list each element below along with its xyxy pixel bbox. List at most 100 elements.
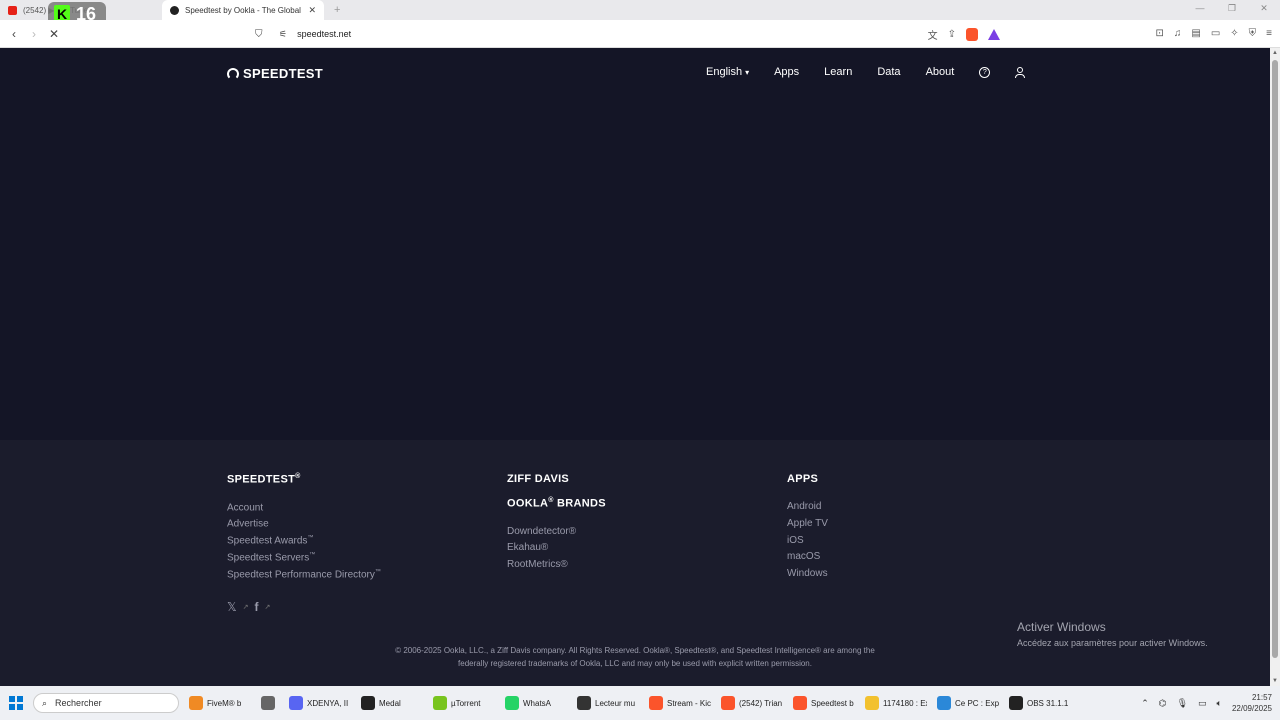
scroll-down-icon[interactable]: ▼ — [1272, 678, 1278, 684]
taskbar-app[interactable] — [261, 696, 279, 710]
sidebar-icon[interactable]: ▤ — [1191, 28, 1200, 39]
footer-link[interactable]: Ekahau® — [507, 542, 606, 559]
footer-link[interactable]: Windows — [787, 568, 828, 585]
nav-about[interactable]: About — [926, 66, 955, 78]
browser-toolbar: ‹ › ✕ ⛉ ⚟ speedtest.net 文 ⇪ ⊡ ♫ ▤ ▭ ✧ ⛨ … — [0, 20, 1280, 48]
app-icon — [261, 696, 275, 710]
logo-text: SPEEDTEST — [243, 66, 323, 81]
bookmark-icon[interactable]: ⛉ — [255, 29, 269, 40]
taskbar-search[interactable]: ⌕ Rechercher — [33, 693, 179, 713]
taskbar-app[interactable]: Lecteur mu — [577, 696, 639, 710]
footer-link[interactable]: RootMetrics® — [507, 559, 606, 576]
minimize-icon[interactable]: — — [1184, 0, 1216, 20]
tab-speedtest[interactable]: Speedtest by Ookla - The Global ✕ — [162, 0, 324, 20]
activate-windows-watermark: Activer Windows Accédez aux paramètres p… — [1017, 620, 1208, 648]
brave-rewards-icon[interactable] — [988, 28, 1000, 40]
media-icon[interactable]: ♫ — [1174, 28, 1182, 39]
external-link-icon: ↗ — [264, 604, 271, 611]
gauge-icon — [227, 67, 239, 80]
network-icon[interactable]: ⌬ — [1159, 698, 1167, 709]
x-twitter-icon[interactable]: 𝕏 — [227, 600, 237, 614]
microphone-icon[interactable]: 🎙︎ — [1177, 698, 1188, 709]
app-label: (2542) Trian — [739, 698, 783, 708]
menu-icon[interactable]: ≡ — [1266, 28, 1272, 39]
taskbar-app[interactable]: XDENYA, II — [289, 696, 351, 710]
window-controls: — ❐ ✕ — [1184, 0, 1280, 20]
help-icon[interactable]: ? — [979, 66, 991, 78]
social-links: 𝕏 ↗ f ↗ — [227, 600, 270, 614]
activate-title: Activer Windows — [1017, 620, 1106, 634]
address-bar[interactable]: ⛉ ⚟ speedtest.net 文 ⇪ — [255, 23, 1000, 45]
copyright-line: federally registered trademarks of Ookla… — [458, 659, 812, 668]
footer-link[interactable]: Speedtest Performance Directory™ — [227, 569, 381, 586]
leo-ai-icon[interactable]: ✧ — [1230, 28, 1238, 39]
app-icon — [1009, 696, 1023, 710]
site-info-icon[interactable]: ⚟ — [279, 29, 287, 40]
close-window-icon[interactable]: ✕ — [1248, 0, 1280, 20]
app-label: Lecteur mu — [595, 698, 636, 708]
app-icon — [721, 696, 735, 710]
taskbar-app[interactable]: 1174180 : Exp — [865, 696, 927, 710]
chevron-up-icon[interactable]: ⌃ — [1141, 698, 1149, 709]
language-selector[interactable]: English ▾ — [706, 66, 749, 78]
taskbar-app[interactable]: µTorrent — [433, 696, 495, 710]
system-tray: ⌃ ⌬ 🎙︎ ▭ 🔈︎ 21:57 22/09/2025 — [1141, 692, 1272, 714]
restore-icon[interactable]: ❐ — [1216, 0, 1248, 20]
scrollbar-thumb[interactable] — [1272, 60, 1278, 658]
close-tab-icon[interactable]: ✕ — [308, 5, 316, 16]
taskbar-apps: FiveM® b XDENYA, II Medal µTorrent WhatsA Lec… — [179, 696, 1071, 710]
volume-icon[interactable]: 🔈︎ — [1217, 698, 1222, 709]
address-bar-icons: 文 ⇪ — [928, 27, 1000, 42]
nav-learn[interactable]: Learn — [824, 66, 852, 78]
nav-apps[interactable]: Apps — [774, 66, 799, 78]
taskbar-app[interactable]: (2542) Trian — [721, 696, 783, 710]
toolbar-right-icons: ⊡ ♫ ▤ ▭ ✧ ⛨ ≡ — [1155, 28, 1272, 39]
scroll-up-icon[interactable]: ▲ — [1272, 50, 1278, 56]
tab-label: Speedtest by Ookla - The Global — [185, 5, 301, 15]
facebook-icon[interactable]: f — [255, 600, 259, 614]
display-icon[interactable]: ▭ — [1198, 698, 1207, 709]
footer-link[interactable]: Android — [787, 501, 828, 518]
translate-icon[interactable]: 文 — [928, 27, 938, 42]
footer-link[interactable]: Downdetector® — [507, 526, 606, 543]
taskbar-app[interactable]: OBS 31.1.1 - I — [1009, 696, 1071, 710]
speedtest-favicon — [170, 5, 179, 15]
taskbar-app[interactable]: Speedtest b — [793, 696, 855, 710]
footer-link[interactable]: macOS — [787, 551, 828, 568]
taskbar-app[interactable]: WhatsA — [505, 696, 567, 710]
taskbar-app[interactable]: Medal — [361, 696, 423, 710]
share-icon[interactable]: ⇪ — [948, 29, 956, 40]
brave-shields-icon[interactable] — [966, 27, 978, 41]
forward-icon[interactable]: › — [24, 27, 44, 41]
back-icon[interactable]: ‹ — [4, 27, 24, 41]
footer-column-apps: APPS Android Apple TV iOS macOS Windows — [787, 473, 828, 585]
app-label: WhatsA — [523, 698, 552, 708]
nav-data[interactable]: Data — [877, 66, 900, 78]
user-icon[interactable] — [1015, 66, 1026, 78]
vpn-icon[interactable]: ⛨ — [1249, 28, 1257, 39]
footer-link[interactable]: Apple TV — [787, 518, 828, 535]
page-scrollbar[interactable]: ▲ ▼ — [1270, 48, 1280, 686]
new-tab-button[interactable]: + — [334, 4, 340, 16]
external-link-icon: ↗ — [242, 604, 249, 611]
windows-start-icon[interactable] — [9, 696, 23, 710]
footer-heading: SPEEDTEST® — [227, 473, 301, 486]
app-label: Medal — [379, 698, 401, 708]
footer-link[interactable]: iOS — [787, 535, 828, 552]
footer-link[interactable]: Advertise — [227, 518, 381, 535]
taskbar-app[interactable]: Ce PC : Explo — [937, 696, 999, 710]
tab-search-icon[interactable]: ⊡ — [1155, 28, 1163, 39]
app-label: Ce PC : Explo — [955, 698, 999, 708]
footer-link[interactable]: Speedtest Awards™ — [227, 535, 381, 552]
url-text[interactable]: speedtest.net — [297, 29, 351, 39]
clock[interactable]: 21:57 22/09/2025 — [1232, 692, 1272, 714]
footer-link[interactable]: Account — [227, 502, 381, 519]
footer-link[interactable]: Speedtest Servers™ — [227, 552, 381, 569]
wallet-icon[interactable]: ▭ — [1211, 28, 1220, 39]
speedtest-logo[interactable]: SPEEDTEST — [227, 66, 323, 81]
footer-heading[interactable]: ZIFF DAVIS — [507, 473, 606, 485]
stop-loading-icon[interactable]: ✕ — [44, 27, 64, 41]
app-icon — [189, 696, 203, 710]
taskbar-app[interactable]: Stream - Kic — [649, 696, 711, 710]
taskbar-app[interactable]: FiveM® b — [189, 696, 251, 710]
